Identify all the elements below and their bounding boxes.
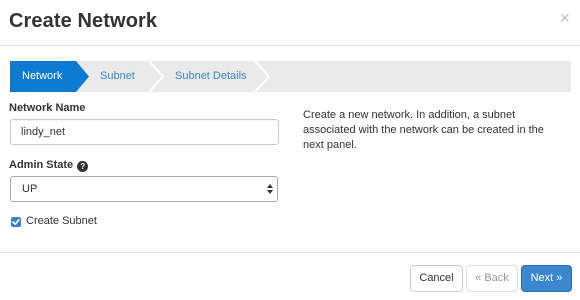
modal-header: Create Network ×	[0, 0, 580, 46]
back-button[interactable]: « Back	[466, 265, 518, 292]
tab-subnet-details[interactable]: Subnet Details	[175, 70, 247, 82]
step-separator-2	[254, 61, 271, 92]
cancel-button[interactable]: Cancel	[410, 265, 463, 292]
close-icon[interactable]: ×	[559, 9, 570, 27]
next-button[interactable]: Next »	[521, 265, 572, 292]
create-subnet-checkbox[interactable]	[11, 217, 21, 227]
admin-state-label-row: Admin State?	[9, 159, 89, 172]
step-separator-1	[148, 61, 165, 92]
chevron-updown-icon	[267, 184, 273, 194]
checkmark-icon	[12, 218, 20, 225]
admin-state-selected-value: UP	[22, 183, 38, 195]
modal-title: Create Network	[9, 10, 158, 32]
tab-subnet[interactable]: Subnet	[100, 70, 135, 82]
create-subnet-label[interactable]: Create Subnet	[26, 215, 97, 227]
network-name-label: Network Name	[9, 102, 86, 114]
wizard-steps: Network Subnet Subnet Details	[10, 61, 571, 92]
network-name-input[interactable]	[10, 119, 279, 145]
help-description: Create a new network. In addition, a sub…	[303, 109, 544, 151]
tab-network[interactable]: Network	[22, 70, 62, 82]
wizard-steps-graphic	[10, 61, 271, 92]
admin-state-select[interactable]: UP	[10, 176, 278, 202]
admin-state-label: Admin State	[9, 159, 74, 171]
question-circle-icon[interactable]: ?	[77, 161, 89, 172]
